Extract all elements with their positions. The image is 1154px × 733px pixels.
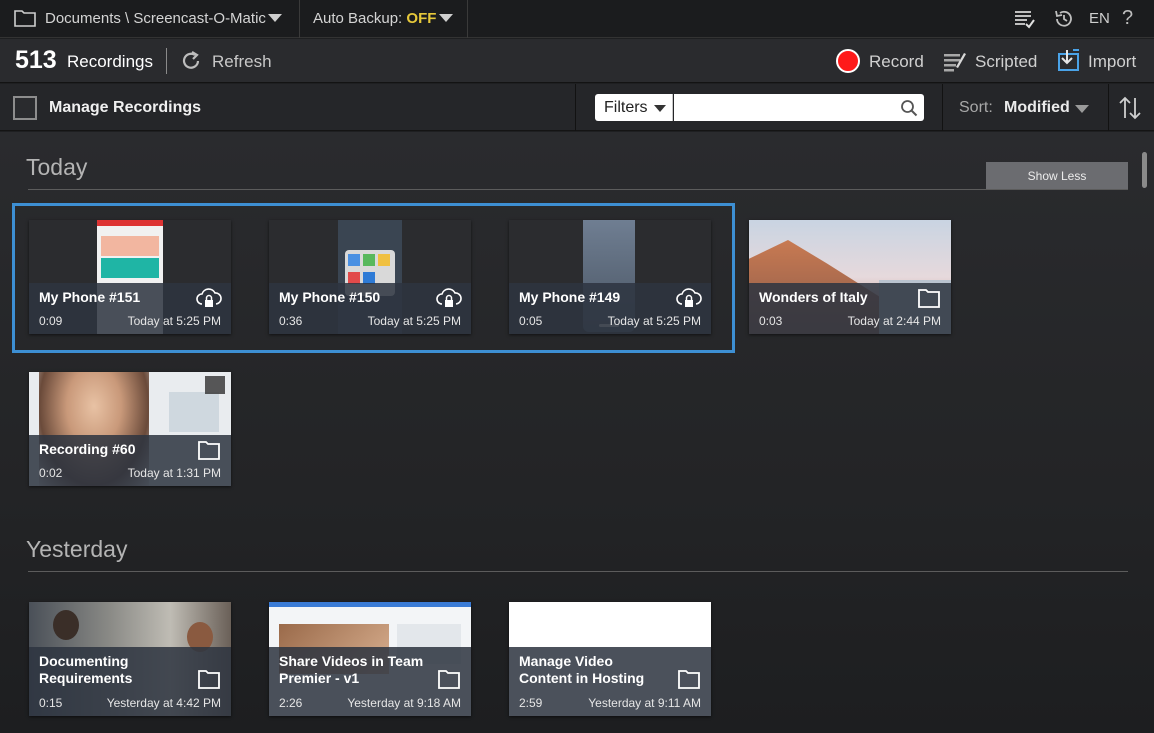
- folder-icon: [918, 289, 940, 308]
- card-date: Today at 1:31 PM: [127, 466, 221, 480]
- section-divider: [28, 571, 1128, 572]
- card-info: My Phone #150 0:36 Today at 5:25 PM: [269, 283, 471, 334]
- manage-recordings-label[interactable]: Manage Recordings: [49, 99, 201, 117]
- recordings-label: Recordings: [67, 52, 153, 71]
- recording-card[interactable]: Recording #60 0:02 Today at 1:31 PM: [29, 372, 231, 486]
- scrollbar[interactable]: [1142, 152, 1147, 188]
- card-duration: 0:36: [279, 314, 303, 328]
- recording-card[interactable]: My Phone #151 0:09 Today at 5:25 PM: [29, 220, 231, 334]
- divider: [1108, 84, 1109, 131]
- section-title-today: Today: [26, 154, 88, 180]
- card-info: My Phone #151 0:09 Today at 5:25 PM: [29, 283, 231, 334]
- card-title: My Phone #151: [39, 289, 141, 305]
- card-title: My Phone #149: [519, 289, 621, 305]
- filters-label: Filters: [604, 99, 648, 116]
- recording-card[interactable]: Manage Video Content in Hosting 2:59 Yes…: [509, 602, 711, 716]
- auto-backup-state: OFF: [406, 10, 437, 27]
- sort-label: Sort:: [959, 99, 993, 116]
- folder-icon: [198, 441, 220, 460]
- filters-dropdown[interactable]: Filters: [595, 94, 673, 121]
- search-icon[interactable]: [900, 99, 918, 117]
- search-input[interactable]: [674, 94, 924, 121]
- title-bar: Documents \ Screencast-O-Matic Auto Back…: [0, 0, 1154, 38]
- chevron-down-icon[interactable]: [1075, 105, 1089, 113]
- divider: [166, 48, 167, 74]
- recordings-toolbar: 513 Recordings Refresh Record Scripted I…: [0, 39, 1154, 83]
- scripted-icon[interactable]: [941, 48, 967, 74]
- magic-wand-icon[interactable]: [205, 376, 225, 394]
- card-info: Share Videos in Team Premier - v1 2:26 Y…: [269, 647, 471, 716]
- card-duration: 2:59: [519, 696, 543, 710]
- auto-backup-label: Auto Backup:: [313, 10, 403, 27]
- recording-card[interactable]: Share Videos in Team Premier - v1 2:26 Y…: [269, 602, 471, 716]
- record-icon[interactable]: [836, 49, 860, 73]
- recording-card[interactable]: My Phone #150 0:36 Today at 5:25 PM: [269, 220, 471, 334]
- cloud-lock-icon: [436, 288, 462, 307]
- card-date: Yesterday at 9:18 AM: [347, 696, 461, 710]
- sort-direction-icon[interactable]: [1117, 94, 1143, 122]
- recording-card[interactable]: My Phone #149 0:05 Today at 5:25 PM: [509, 220, 711, 334]
- card-date: Today at 5:25 PM: [607, 314, 701, 328]
- recording-card[interactable]: Wonders of Italy 0:03 Today at 2:44 PM: [749, 220, 951, 334]
- import-icon[interactable]: [1057, 48, 1081, 72]
- filter-bar: Manage Recordings Filters Sort: Modified: [0, 84, 1154, 131]
- card-title: Documenting Requirements: [39, 653, 133, 686]
- card-title: Recording #60: [39, 441, 136, 457]
- card-date: Today at 2:44 PM: [847, 314, 941, 328]
- recordings-count: 513: [15, 46, 57, 74]
- card-date: Yesterday at 9:11 AM: [588, 696, 701, 710]
- refresh-button[interactable]: Refresh: [212, 52, 272, 72]
- show-less-button[interactable]: Show Less: [986, 162, 1128, 189]
- history-icon[interactable]: [1053, 8, 1075, 30]
- divider: [467, 0, 468, 38]
- folder-icon: [678, 670, 700, 689]
- card-info: Recording #60 0:02 Today at 1:31 PM: [29, 435, 231, 486]
- sort-dropdown[interactable]: Modified: [1004, 99, 1070, 117]
- section-divider: [28, 189, 1128, 190]
- card-duration: 0:15: [39, 696, 63, 710]
- card-duration: 0:09: [39, 314, 63, 328]
- card-duration: 0:03: [759, 314, 783, 328]
- folder-icon: [438, 670, 460, 689]
- card-info: My Phone #149 0:05 Today at 5:25 PM: [509, 283, 711, 334]
- divider: [942, 84, 943, 131]
- card-date: Today at 5:25 PM: [127, 314, 221, 328]
- section-title-yesterday: Yesterday: [26, 536, 128, 562]
- manage-recordings-checkbox[interactable]: [13, 96, 37, 120]
- card-date: Yesterday at 4:42 PM: [106, 696, 221, 710]
- auto-backup-toggle[interactable]: Auto Backup: OFF: [313, 10, 436, 27]
- card-title: Manage Video Content in Hosting: [519, 653, 645, 686]
- cloud-lock-icon: [196, 288, 222, 307]
- help-icon[interactable]: ?: [1122, 7, 1133, 30]
- chevron-down-icon[interactable]: [439, 14, 453, 22]
- divider: [299, 0, 300, 38]
- card-title: Share Videos in Team Premier - v1: [279, 653, 424, 686]
- folder-icon[interactable]: [14, 9, 36, 27]
- folder-path[interactable]: Documents \ Screencast-O-Matic: [45, 10, 266, 27]
- checklist-icon[interactable]: [1013, 8, 1035, 30]
- card-duration: 0:02: [39, 466, 63, 480]
- card-date: Today at 5:25 PM: [367, 314, 461, 328]
- refresh-icon[interactable]: [180, 50, 202, 72]
- chevron-down-icon[interactable]: [268, 14, 282, 22]
- language-selector[interactable]: EN: [1089, 10, 1110, 27]
- chevron-down-icon: [654, 105, 666, 112]
- card-title: My Phone #150: [279, 289, 381, 305]
- scripted-button[interactable]: Scripted: [975, 52, 1037, 72]
- card-duration: 2:26: [279, 696, 303, 710]
- divider: [575, 84, 576, 131]
- card-info: Manage Video Content in Hosting 2:59 Yes…: [509, 647, 711, 716]
- card-duration: 0:05: [519, 314, 543, 328]
- card-info: Wonders of Italy 0:03 Today at 2:44 PM: [749, 283, 951, 334]
- card-title: Wonders of Italy: [759, 289, 868, 305]
- folder-icon: [198, 670, 220, 689]
- recordings-library: Today Show Less My Phone #151 0:09 Today…: [0, 132, 1154, 733]
- card-info: Documenting Requirements 0:15 Yesterday …: [29, 647, 231, 716]
- record-button[interactable]: Record: [869, 52, 924, 72]
- import-button[interactable]: Import: [1088, 52, 1136, 72]
- cloud-lock-icon: [676, 288, 702, 307]
- recording-card[interactable]: Documenting Requirements 0:15 Yesterday …: [29, 602, 231, 716]
